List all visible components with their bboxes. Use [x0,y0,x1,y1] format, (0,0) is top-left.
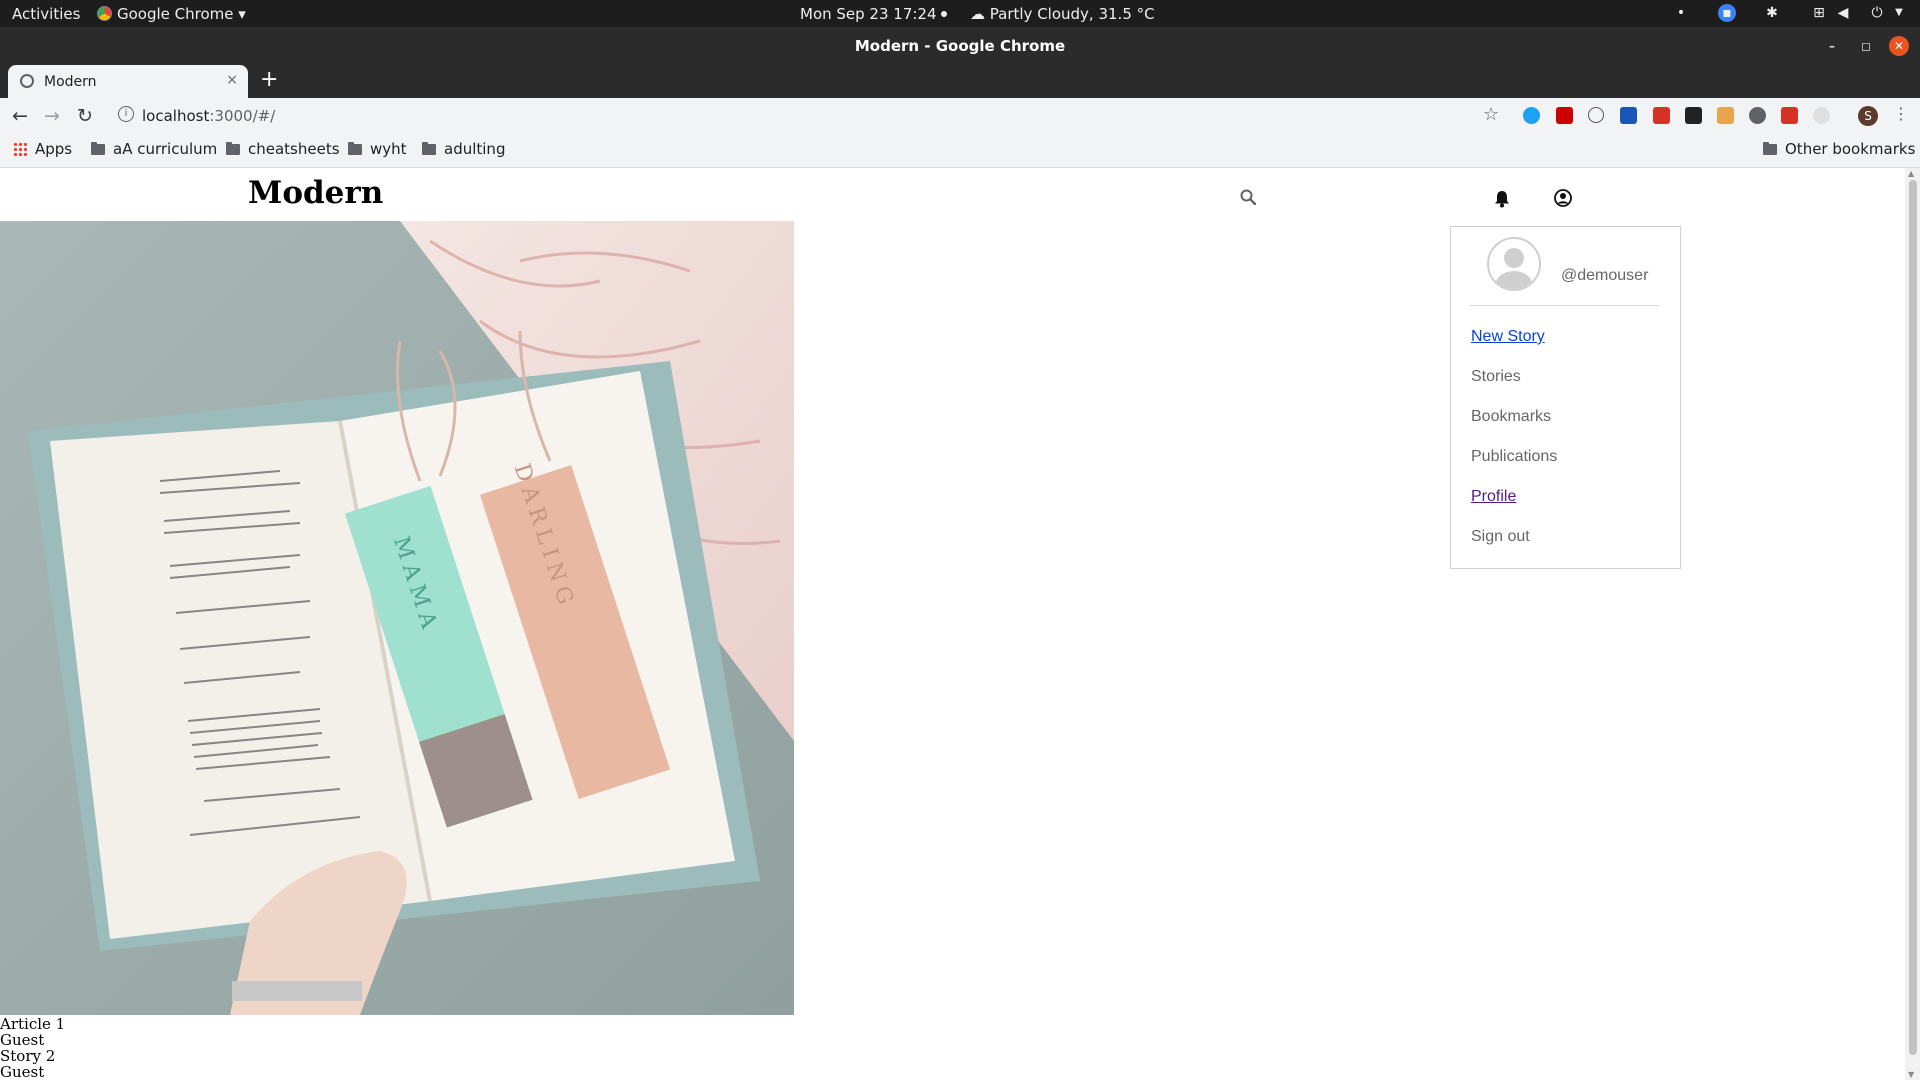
tab-strip: Modern × + [0,63,1920,98]
bookmark-wyht[interactable]: wyht [348,140,407,158]
tab-title: Modern [44,74,97,90]
profile-avatar[interactable]: S [1858,106,1878,126]
app-menu[interactable]: Google Chrome ▾ [97,5,246,23]
lastpass-extension-icon[interactable] [1556,107,1573,124]
bookmark-label: aA curriculum [113,140,218,158]
menu-item-stories[interactable]: Stories [1471,368,1521,386]
url-path: :3000/#/ [209,107,276,125]
user-circle-icon[interactable] [1554,189,1572,207]
site-logo[interactable]: Modern [248,175,383,211]
clock[interactable]: Mon Sep 23 17:24 [800,5,947,23]
clock-label: Mon Sep 23 17:24 [800,5,937,23]
weather-label: Partly Cloudy, 31.5 °C [989,5,1155,23]
divider [1470,305,1660,306]
page-viewport: Modern MAMA DARLING Article 1 Guest Stor… [0,168,1905,1080]
bookmark-star-icon[interactable]: ☆ [1483,104,1499,125]
menu-item-sign-out[interactable]: Sign out [1471,528,1530,546]
activities-button[interactable]: Activities [12,5,80,23]
bookmarks-bar: Apps aA curriculum cheatsheets wyht adul… [0,134,1920,168]
scrollbar-thumb[interactable] [1909,180,1917,1055]
search-icon[interactable] [1240,189,1256,205]
folder-icon [1763,142,1777,155]
user-avatar-icon [1487,237,1541,291]
scroll-down-icon[interactable]: ▼ [1908,1070,1914,1079]
globe-icon [20,74,34,88]
bookmark-adulting[interactable]: adulting [422,140,505,158]
bookmark-label: adulting [444,140,506,158]
scroll-up-icon[interactable]: ▲ [1908,169,1914,178]
zoom-tray-icon[interactable]: ▪ [1718,4,1736,22]
article-author: Guest [0,1031,45,1049]
page-scrollbar[interactable]: ▲ ▼ [1905,168,1920,1080]
window-title-bar: Modern - Google Chrome – ◻ ✕ [0,27,1920,63]
article-title[interactable]: Article 1 [0,1016,65,1032]
menu-item-new-story[interactable]: New Story [1471,328,1545,346]
grid-extension-icon[interactable] [1620,107,1637,124]
new-tab-button[interactable]: + [260,67,278,92]
folder-icon [226,142,240,155]
article-author: Guest [0,1063,45,1080]
article-list: Article 1 Guest Story 2 Guest [0,1016,65,1080]
gray-extension-icon[interactable] [1749,107,1766,124]
slack-tray-icon[interactable]: ✱ [1763,4,1781,22]
power-icon[interactable]: ⏻ [1868,4,1886,22]
menu-item-bookmarks[interactable]: Bookmarks [1471,408,1551,426]
back-arrow-icon[interactable]: ← [12,105,28,127]
url-text: localhost:3000/#/ [142,107,275,125]
folder-icon [91,142,105,155]
bookmark-label: cheatsheets [248,140,340,158]
username: @demouser [1561,267,1649,284]
folder-icon [348,142,362,155]
network-icon[interactable]: ⊞ [1810,4,1828,22]
url-host: localhost [142,107,210,125]
menu-item-publications[interactable]: Publications [1471,448,1557,466]
weather-indicator[interactable]: ☁ Partly Cloudy, 31.5 °C [970,5,1155,23]
cloud-icon: ☁ [970,5,990,23]
apps-grid-icon [13,142,27,156]
minimize-icon[interactable]: – [1822,36,1842,56]
badge-extension-icon[interactable] [1781,107,1798,124]
hero-image[interactable]: MAMA DARLING [0,221,794,1015]
volume-icon[interactable]: ◀ [1834,4,1852,22]
bookmark-cheatsheets[interactable]: cheatsheets [226,140,340,158]
folder-icon [422,142,436,155]
info-icon[interactable]: i [118,106,134,122]
article-title[interactable]: Story 2 [0,1048,65,1064]
light-extension-icon[interactable] [1813,107,1830,124]
bookmark-label: Other bookmarks [1785,140,1916,158]
bookmark-label: wyht [370,140,407,158]
tray-dot-icon[interactable]: • [1672,4,1690,22]
twitter-extension-icon[interactable] [1523,107,1540,124]
address-bar[interactable]: i localhost:3000/#/ [112,102,1512,130]
close-icon[interactable]: ✕ [1889,36,1909,56]
other-bookmarks[interactable]: Other bookmarks [1763,140,1915,158]
red-extension-icon[interactable] [1653,107,1670,124]
circle-extension-icon[interactable] [1588,107,1604,123]
book-bookmarks-photo: MAMA DARLING [0,221,794,1015]
app-menu-label: Google Chrome ▾ [117,5,246,23]
user-dropdown-menu: @demouser New Story Stories Bookmarks Pu… [1450,226,1681,569]
kebab-menu-icon[interactable]: ⋮ [1893,104,1909,123]
reload-icon[interactable]: ↻ [77,105,93,127]
notification-dot-icon [940,11,947,17]
tab-modern[interactable]: Modern × [8,65,248,98]
dark-extension-icon[interactable] [1685,107,1702,124]
chrome-icon [97,6,112,21]
tab-close-icon[interactable]: × [226,72,238,88]
bookmark-aa-curriculum[interactable]: aA curriculum [91,140,217,158]
maximize-icon[interactable]: ◻ [1856,36,1876,56]
menu-item-profile[interactable]: Profile [1471,488,1516,506]
bell-icon[interactable] [1494,190,1510,208]
bookmark-apps[interactable]: Apps [13,140,72,158]
forward-arrow-icon[interactable]: → [44,105,60,127]
system-top-bar: Activities Google Chrome ▾ Mon Sep 23 17… [0,0,1920,27]
bookmark-label: Apps [35,140,73,158]
window-title: Modern - Google Chrome [854,37,1066,55]
orange-extension-icon[interactable] [1717,107,1734,124]
chevron-down-icon[interactable]: ▼ [1890,4,1908,22]
